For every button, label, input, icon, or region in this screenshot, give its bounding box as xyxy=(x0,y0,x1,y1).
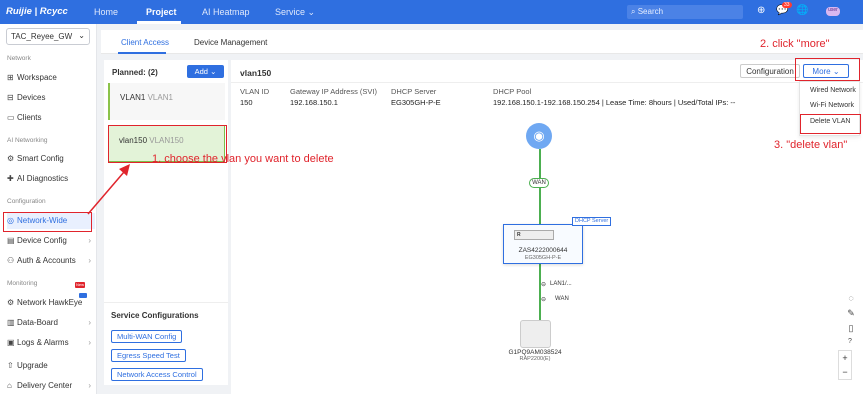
annotation-arrow xyxy=(87,164,130,215)
annotation-step2: 2. click "more" xyxy=(760,38,830,50)
annotation-step3: 3. "delete vlan" xyxy=(774,139,848,151)
annotation-step1: 1. choose the vlan you want to delete xyxy=(152,153,334,165)
